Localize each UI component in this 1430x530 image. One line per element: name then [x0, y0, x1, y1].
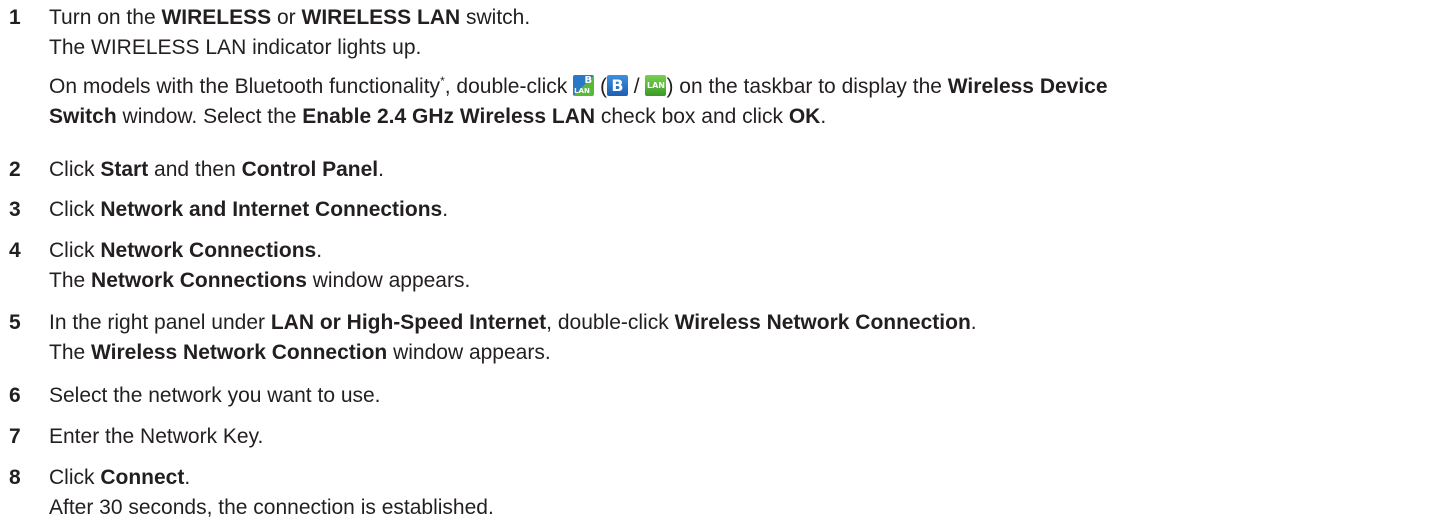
step-text: Click Start and then Control Panel. [49, 155, 1424, 185]
bold-text: OK [788, 105, 821, 128]
text: . [442, 198, 449, 221]
bold-text: Control Panel [241, 158, 379, 181]
bold-text: LAN or High-Speed Internet [270, 311, 547, 334]
bluetooth-note: On models with the Bluetooth functionali… [49, 72, 1424, 132]
step-number: 8 [9, 466, 21, 489]
text: window appears. [387, 341, 551, 364]
step-line: The WIRELESS LAN indicator lights up. [49, 36, 422, 59]
icon-letter: B [611, 76, 624, 95]
step-text: In the right panel under LAN or High-Spe… [49, 308, 1424, 368]
bold-text: WIRELESS LAN [301, 6, 461, 29]
bold-text: Enable 2.4 GHz Wireless LAN [302, 105, 596, 128]
bold-text: Wireless Network Connection [674, 311, 971, 334]
text: , double-click [546, 311, 675, 334]
step-line: In the right panel under LAN or High-Spe… [49, 308, 1424, 338]
step-line: Turn on the WIRELESS or WIRELESS LAN swi… [49, 3, 1424, 33]
bold-text: Network and Internet Connections [100, 198, 443, 221]
note-line: Switch window. Select the Enable 2.4 GHz… [49, 102, 1424, 132]
bold-text: Switch [49, 105, 117, 128]
note-line: On models with the Bluetooth functionali… [49, 72, 1424, 102]
text: ) on the taskbar to display the [666, 75, 948, 98]
text: check box and click [595, 105, 789, 128]
step-number: 4 [9, 239, 21, 262]
step-text: Enter the Network Key. [49, 422, 1424, 452]
step-line: Click Network Connections. [49, 236, 1424, 266]
step-number: 6 [9, 384, 21, 407]
text: . [378, 158, 384, 181]
text: Click [49, 158, 101, 181]
step-line: The Wireless Network Connection window a… [49, 338, 1424, 368]
step-line: The Network Connections window appears. [49, 266, 1424, 296]
text: switch. [460, 6, 531, 29]
step-text: Turn on the WIRELESS or WIRELESS LAN swi… [49, 3, 1424, 132]
step-line: Click Start and then Control Panel. [49, 155, 1424, 185]
step-line: After 30 seconds, the connection is esta… [49, 496, 494, 519]
text: / [627, 75, 646, 98]
text: . [820, 105, 827, 128]
text: window. Select the [116, 105, 303, 128]
step-number: 1 [9, 6, 21, 29]
bold-text: Wireless Network Connection [91, 341, 388, 364]
text: The [49, 341, 92, 364]
text: , double-click [444, 75, 574, 98]
wlan-icon: LAN [645, 75, 667, 96]
icon-letter: B [584, 75, 593, 86]
bold-text: Network Connections [91, 269, 307, 292]
text: window appears. [306, 269, 471, 292]
step-line: Click Network and Internet Connections. [49, 195, 1424, 225]
bold-text: Network Connections [100, 239, 317, 262]
step-text: Click Network and Internet Connections. [49, 195, 1424, 225]
text: The [49, 269, 92, 292]
step-number: 7 [9, 425, 21, 448]
text: or [271, 6, 302, 29]
step-text: Click Network Connections. The Network C… [49, 236, 1424, 296]
step-line: Enter the Network Key. [49, 425, 264, 448]
step-text: Select the network you want to use. [49, 381, 1424, 411]
bluetooth-icon: B [606, 75, 628, 96]
text: . [184, 466, 191, 489]
text: Click [49, 466, 101, 489]
text: Turn on the [49, 6, 162, 29]
step-number: 5 [9, 311, 21, 334]
text: On models with the Bluetooth functionali… [49, 75, 441, 98]
step-text: Click Connect. After 30 seconds, the con… [49, 463, 1424, 523]
text: ( [594, 75, 607, 98]
text: Click [49, 239, 101, 262]
text: In the right panel under [49, 311, 271, 334]
icon-letter: LAN [574, 87, 590, 95]
icon-letter: LAN [646, 81, 665, 90]
bold-text: Wireless Device [947, 75, 1108, 98]
step-line: Select the network you want to use. [49, 384, 381, 407]
text: and then [148, 158, 242, 181]
bluetooth-wlan-icon: B LAN [573, 75, 595, 96]
step-number: 2 [9, 158, 21, 181]
bold-text: Connect [100, 466, 185, 489]
text: . [316, 239, 323, 262]
step-line: Click Connect. [49, 463, 1424, 493]
bold-text: Start [100, 158, 149, 181]
bold-text: WIRELESS [161, 6, 272, 29]
step-number: 3 [9, 198, 21, 221]
text: Click [49, 198, 101, 221]
text: . [970, 311, 977, 334]
